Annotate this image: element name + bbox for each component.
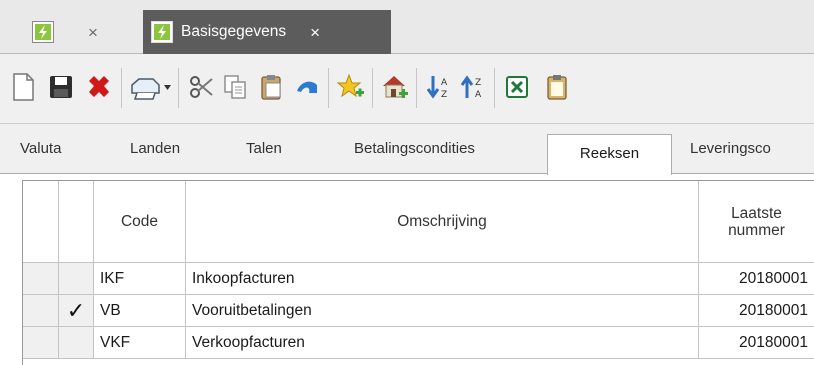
- row-check[interactable]: ✓: [59, 295, 94, 327]
- svg-text:Z: Z: [475, 78, 481, 88]
- row-check[interactable]: [59, 327, 94, 359]
- tab-talen[interactable]: Talen: [246, 124, 282, 174]
- toolbar-separator: [416, 68, 417, 108]
- toolbar-separator: [178, 68, 179, 108]
- new-button[interactable]: [6, 66, 40, 108]
- cell-omschrijving[interactable]: Vooruitbetalingen: [186, 295, 699, 327]
- svg-text:Z: Z: [441, 90, 447, 100]
- home-add-button[interactable]: [378, 66, 412, 108]
- basisgegevens-tabs: Valuta Landen Talen Betalingscondities R…: [0, 124, 814, 175]
- cell-omschrijving[interactable]: Verkoopfacturen: [186, 327, 699, 359]
- sort-ascending-button[interactable]: AZ: [422, 66, 456, 108]
- row-selector-header[interactable]: [23, 181, 59, 263]
- excel-export-button[interactable]: [500, 66, 534, 108]
- tab-reeksen[interactable]: Reeksen: [547, 134, 672, 175]
- toolbar: AZ ZA: [0, 54, 814, 124]
- cell-code[interactable]: IKF: [94, 263, 186, 295]
- delete-icon: [89, 76, 109, 97]
- toolbar-separator: [494, 68, 495, 108]
- row-selector[interactable]: [23, 295, 59, 327]
- app-logo-icon: [32, 21, 54, 43]
- print-dropdown-button[interactable]: [128, 66, 174, 108]
- close-tab-icon[interactable]: ×: [88, 24, 98, 41]
- column-header-omschrijving[interactable]: Omschrijving: [186, 181, 699, 263]
- clipboard-icon: [547, 75, 567, 100]
- cell-laatste-nummer[interactable]: 20180001: [699, 263, 814, 295]
- document-tab-strip: × Basisgegevens ×: [0, 0, 814, 54]
- close-tab-icon[interactable]: ×: [310, 24, 320, 41]
- tab-leveringscondities[interactable]: Leveringsco: [690, 124, 771, 174]
- tab-valuta[interactable]: Valuta: [20, 124, 61, 174]
- favorite-add-button[interactable]: [334, 66, 368, 108]
- tab-betalingscondities[interactable]: Betalingscondities: [354, 124, 475, 174]
- favorite-add-icon: [336, 73, 364, 98]
- document-tab-home[interactable]: ×: [24, 10, 142, 54]
- cell-laatste-nummer[interactable]: 20180001: [699, 327, 814, 359]
- new-icon: [13, 73, 34, 101]
- toolbar-separator: [121, 68, 122, 108]
- column-header-laatste-line1: Laatste: [731, 204, 782, 222]
- cell-omschrijving[interactable]: Inkoopfacturen: [186, 263, 699, 295]
- document-tab-basisgegevens[interactable]: Basisgegevens ×: [143, 10, 391, 54]
- app-logo-icon: [151, 21, 173, 43]
- sort-ascending-icon: AZ: [426, 76, 448, 100]
- paste-button[interactable]: [254, 66, 288, 108]
- print-dropdown-icon: [131, 78, 171, 100]
- check-column-header[interactable]: [59, 181, 94, 263]
- sort-descending-icon: ZA: [460, 75, 482, 100]
- sort-descending-button[interactable]: ZA: [456, 66, 490, 108]
- column-header-laatste-line2: nummer: [728, 221, 785, 239]
- cell-laatste-nummer[interactable]: 20180001: [699, 295, 814, 327]
- toolbar-separator: [372, 68, 373, 108]
- svg-text:A: A: [441, 78, 448, 88]
- cell-code[interactable]: VKF: [94, 327, 186, 359]
- document-tab-title: Basisgegevens: [181, 23, 287, 40]
- save-button[interactable]: [44, 66, 78, 108]
- cell-code[interactable]: VB: [94, 295, 186, 327]
- undo-button[interactable]: [290, 66, 324, 108]
- row-check[interactable]: [59, 263, 94, 295]
- home-add-icon: [383, 76, 408, 98]
- column-header-code[interactable]: Code: [94, 181, 186, 263]
- paste-icon: [261, 75, 281, 100]
- row-selector[interactable]: [23, 263, 59, 295]
- column-header-laatste-nummer[interactable]: Laatste nummer: [699, 181, 814, 263]
- cut-icon: [190, 76, 213, 98]
- copy-button[interactable]: [218, 66, 252, 108]
- copy-icon: [224, 75, 246, 99]
- save-icon: [50, 76, 72, 98]
- svg-text:A: A: [475, 90, 482, 100]
- excel-export-icon: [506, 76, 528, 98]
- toolbar-separator: [328, 68, 329, 108]
- tab-landen[interactable]: Landen: [130, 124, 180, 174]
- reeksen-grid: Code Omschrijving Laatste nummer IKF Ink…: [22, 180, 814, 365]
- cut-button[interactable]: [184, 66, 218, 108]
- row-selector[interactable]: [23, 327, 59, 359]
- clipboard-button[interactable]: [540, 66, 574, 108]
- delete-button[interactable]: [82, 66, 116, 108]
- undo-icon: [297, 81, 317, 93]
